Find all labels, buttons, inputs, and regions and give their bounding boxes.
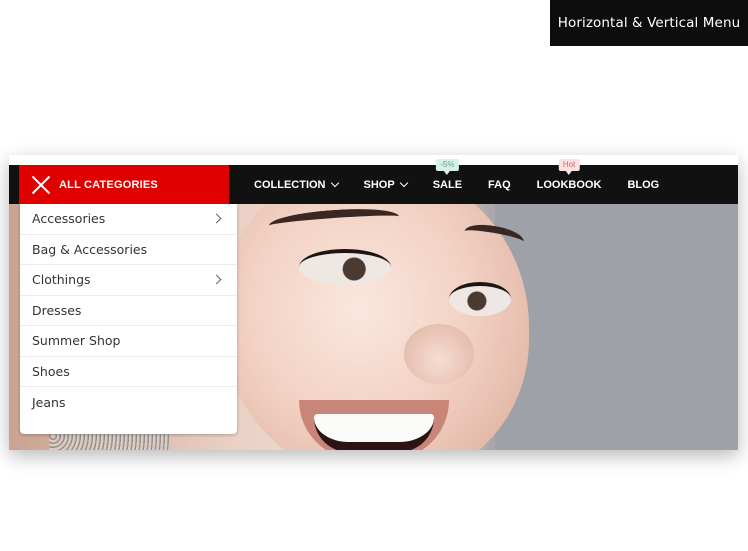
category-label: Bag & Accessories — [32, 241, 148, 257]
hot-badge: Hot — [558, 159, 580, 175]
category-label: Clothings — [32, 272, 91, 288]
menu-item-lookbook[interactable]: Hot LOOKBOOK — [536, 159, 602, 204]
category-item-bag-accessories[interactable]: Bag & Accessories — [20, 235, 237, 265]
category-item-accessories[interactable]: Accessories — [20, 204, 237, 235]
menu-item-faq[interactable]: FAQ — [488, 165, 511, 204]
menu-item-sale[interactable]: -5% SALE — [432, 159, 463, 204]
chevron-right-icon — [211, 274, 222, 285]
close-icon[interactable] — [31, 175, 51, 195]
category-label: Jeans — [32, 394, 66, 410]
category-label: Shoes — [32, 363, 70, 379]
menu-item-label: SALE — [432, 178, 463, 191]
menu-item-collection[interactable]: COLLECTION — [254, 165, 339, 204]
chevron-right-icon — [211, 213, 222, 224]
categories-dropdown: Accessories Bag & Accessories Clothings … — [20, 204, 237, 434]
discount-badge: -5% — [436, 159, 459, 175]
category-item-clothings[interactable]: Clothings — [20, 265, 237, 296]
category-item-jeans[interactable]: Jeans — [20, 387, 237, 418]
page-caption: Horizontal & Vertical Menu — [550, 0, 748, 46]
menu-item-label: BLOG — [627, 178, 660, 191]
menu-preview: ALL CATEGORIES COLLECTION SHOP -5% SALE … — [9, 155, 738, 450]
menu-item-label: FAQ — [488, 178, 511, 191]
menu-item-shop[interactable]: SHOP — [363, 165, 408, 204]
category-item-dresses[interactable]: Dresses — [20, 296, 237, 326]
category-item-summer-shop[interactable]: Summer Shop — [20, 326, 237, 357]
menu-item-label: LOOKBOOK — [536, 178, 602, 191]
chevron-down-icon — [399, 178, 408, 187]
main-navbar: ALL CATEGORIES COLLECTION SHOP -5% SALE … — [9, 159, 738, 204]
all-categories-label: ALL CATEGORIES — [59, 178, 158, 191]
category-label: Dresses — [32, 302, 82, 318]
menu-item-label: SHOP — [363, 178, 395, 191]
category-item-shoes[interactable]: Shoes — [20, 357, 237, 387]
category-label: Summer Shop — [32, 333, 121, 349]
all-categories-button[interactable]: ALL CATEGORIES — [19, 165, 229, 204]
menu-item-label: COLLECTION — [254, 178, 326, 191]
top-menu: COLLECTION SHOP -5% SALE FAQ Hot LOOKBOO… — [254, 159, 685, 204]
menu-item-blog[interactable]: BLOG — [627, 165, 659, 204]
category-label: Accessories — [32, 211, 106, 227]
chevron-down-icon — [330, 178, 339, 187]
